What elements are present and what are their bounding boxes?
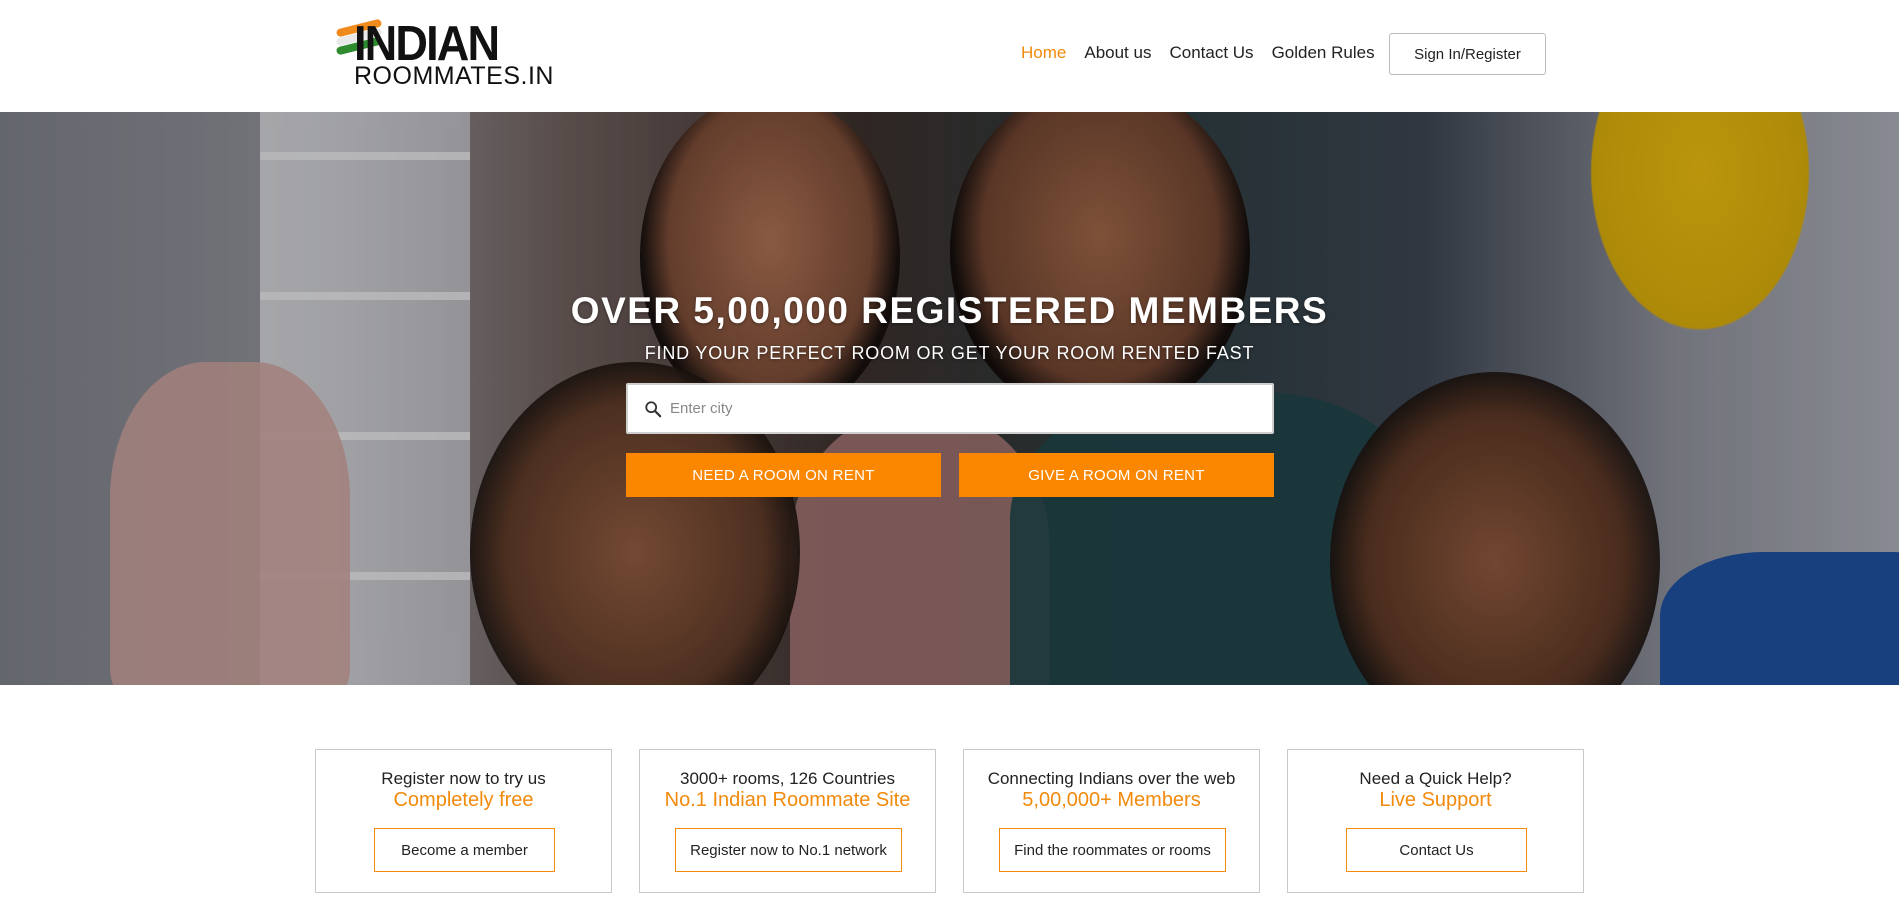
city-search-input[interactable] [664,385,1264,432]
nav-golden-rules[interactable]: Golden Rules [1272,42,1375,64]
find-roommates-button[interactable]: Find the roommates or rooms [999,828,1226,872]
hero-subtitle: FIND YOUR PERFECT ROOM OR GET YOUR ROOM … [644,343,1255,363]
hero-title: OVER 5,00,000 REGISTERED MEMBERS [570,290,1329,331]
feature-card-network: 3000+ rooms, 126 Countries No.1 Indian R… [639,749,936,893]
logo-subtitle: ROOMMATES.IN [354,62,554,90]
site-header: INDIAN ROOMMATES.IN Home About us Contac… [0,0,1899,112]
feature-card-support: Need a Quick Help? Live Support Contact … [1287,749,1584,893]
feature-caption: Register now to try us [381,769,546,788]
feature-highlight: Completely free [393,789,534,811]
contact-us-button[interactable]: Contact Us [1346,828,1527,872]
nav-home[interactable]: Home [1021,42,1066,64]
main-nav: Home About us Contact Us Golden Rules [1021,42,1393,64]
site-logo[interactable]: INDIAN ROOMMATES.IN [335,18,553,90]
search-icon [645,401,662,418]
become-member-button[interactable]: Become a member [374,828,555,872]
feature-cards: Register now to try us Completely free B… [315,749,1585,893]
feature-highlight: Live Support [1379,789,1492,811]
feature-caption: Connecting Indians over the web [987,769,1236,788]
hero-banner: OVER 5,00,000 REGISTERED MEMBERS FIND YO… [0,112,1899,685]
feature-card-members: Connecting Indians over the web 5,00,000… [963,749,1260,893]
city-search-box [626,383,1274,434]
feature-card-free: Register now to try us Completely free B… [315,749,612,893]
sign-in-register-button[interactable]: Sign In/Register [1389,33,1546,75]
feature-caption: Need a Quick Help? [1359,769,1512,788]
feature-highlight: No.1 Indian Roommate Site [664,789,911,811]
feature-caption: 3000+ rooms, 126 Countries [680,769,895,788]
give-room-button[interactable]: GIVE A ROOM ON RENT [959,453,1274,497]
register-network-button[interactable]: Register now to No.1 network [675,828,902,872]
need-room-button[interactable]: NEED A ROOM ON RENT [626,453,941,497]
nav-contact-us[interactable]: Contact Us [1169,42,1253,64]
feature-highlight: 5,00,000+ Members [1022,789,1201,811]
nav-about-us[interactable]: About us [1084,42,1151,64]
